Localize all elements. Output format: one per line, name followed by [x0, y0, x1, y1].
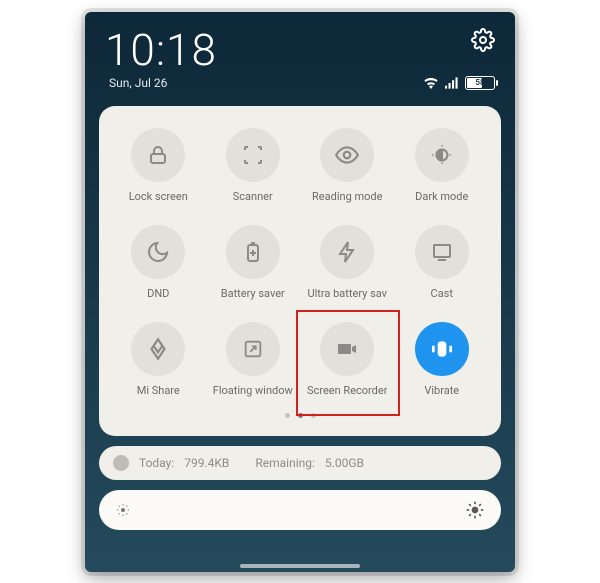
tile-lock-screen[interactable]: Lock screen — [113, 128, 204, 203]
status-bar: 10:18 Sun, Jul 26 58 — [99, 24, 501, 92]
floating-icon[interactable] — [226, 322, 280, 376]
tile-reading-mode[interactable]: Reading mode — [302, 128, 393, 203]
battery-icon: 58 — [465, 76, 495, 90]
clock-time: 10:18 — [105, 28, 217, 72]
mishare-icon[interactable] — [131, 322, 185, 376]
tile-label: Scanner — [233, 190, 273, 203]
today-value: 799.4KB — [184, 456, 229, 470]
signal-icon — [445, 77, 459, 89]
tile-dark-mode[interactable]: Dark mode — [397, 128, 488, 203]
clock-date: Sun, Jul 26 — [105, 76, 217, 90]
tile-cast[interactable]: Cast — [397, 225, 488, 300]
tile-battery-saver[interactable]: Battery saver — [208, 225, 299, 300]
tile-label: Vibrate — [424, 384, 459, 397]
bolt-icon[interactable] — [320, 225, 374, 279]
remaining-label: Remaining: — [255, 456, 315, 470]
battery-pct: 58 — [466, 78, 494, 87]
tile-label: Dark mode — [415, 190, 468, 203]
tile-label: Lock screen — [129, 190, 188, 203]
cast-icon[interactable] — [415, 225, 469, 279]
tile-dnd[interactable]: DND — [113, 225, 204, 300]
remaining-value: 5.00GB — [325, 456, 364, 470]
tile-screen-recorder[interactable]: Screen Recorder — [302, 322, 393, 397]
tile-scanner[interactable]: Scanner — [208, 128, 299, 203]
home-indicator[interactable] — [240, 564, 360, 568]
battery-plus-icon[interactable] — [226, 225, 280, 279]
highlight-box — [296, 310, 400, 416]
tile-floating-window[interactable]: Floating window — [208, 322, 299, 397]
tile-label: Reading mode — [312, 190, 382, 203]
tile-label: Mi Share — [137, 384, 180, 397]
quick-settings-grid: Lock screen Scanner Reading mode Dark mode D… — [113, 128, 487, 397]
wifi-icon — [423, 77, 439, 89]
gear-icon[interactable] — [471, 28, 495, 52]
tile-label: Cast — [431, 287, 453, 300]
status-left: 10:18 Sun, Jul 26 — [105, 28, 217, 90]
tile-vibrate[interactable]: Vibrate — [397, 322, 488, 397]
tile-label: Floating window — [213, 384, 293, 397]
page-dot[interactable] — [285, 413, 290, 418]
moon-icon[interactable] — [131, 225, 185, 279]
tile-label: DND — [147, 287, 169, 300]
data-usage-row[interactable]: Today: 799.4KB Remaining: 5.00GB — [99, 446, 501, 480]
tile-mi-share[interactable]: Mi Share — [113, 322, 204, 397]
tile-label: Ultra battery sav — [308, 287, 388, 300]
quick-settings-panel: Lock screen Scanner Reading mode Dark mode D… — [99, 106, 501, 436]
scanner-icon[interactable] — [226, 128, 280, 182]
status-right: 58 — [423, 28, 495, 90]
brightness-high-icon — [465, 500, 485, 520]
brightness-slider[interactable] — [99, 490, 501, 530]
lock-icon[interactable] — [131, 128, 185, 182]
eye-icon[interactable] — [320, 128, 374, 182]
data-usage-icon — [113, 455, 129, 471]
vibrate-icon[interactable] — [415, 322, 469, 376]
darkmode-icon[interactable] — [415, 128, 469, 182]
brightness-low-icon — [115, 502, 131, 518]
phone-frame: 10:18 Sun, Jul 26 58 — [85, 12, 515, 572]
today-label: Today: — [139, 456, 174, 470]
tile-label: Battery saver — [221, 287, 285, 300]
tile-ultra-battery[interactable]: Ultra battery sav — [302, 225, 393, 300]
